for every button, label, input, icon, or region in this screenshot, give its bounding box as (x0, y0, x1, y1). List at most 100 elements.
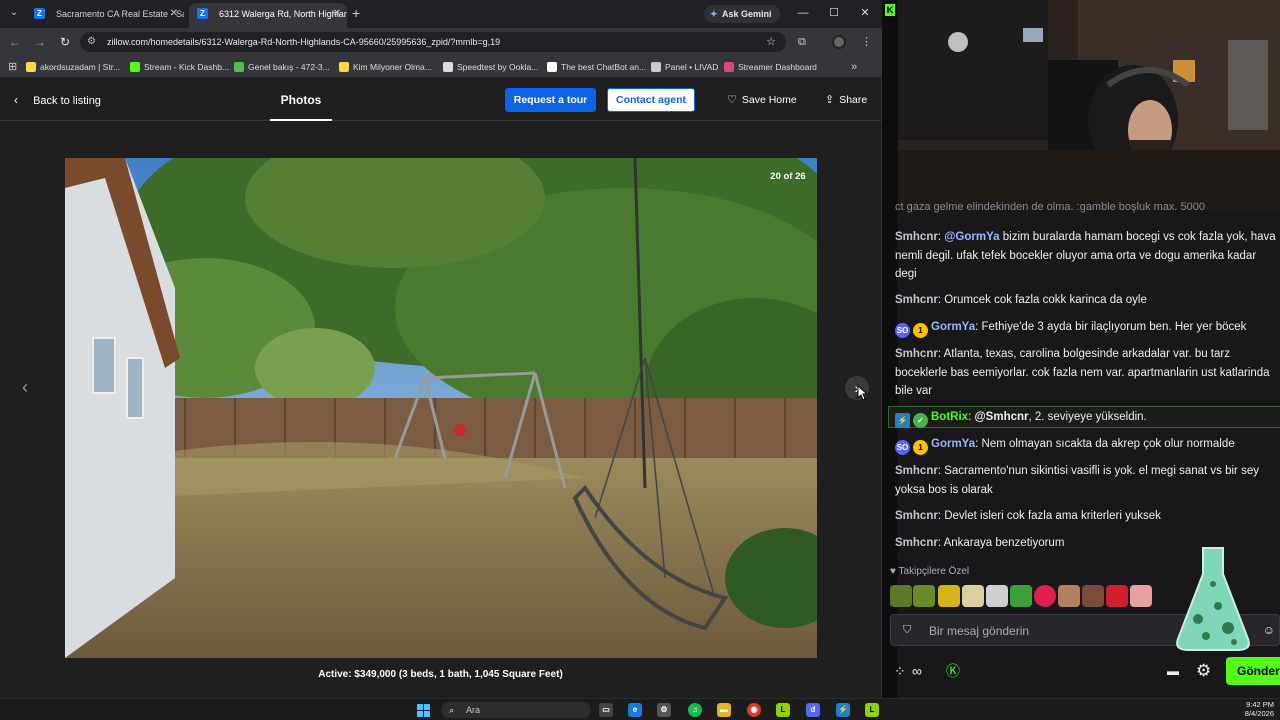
kick-emote-icon[interactable]: Ⓚ (946, 660, 960, 682)
bookmark-kim-milyoner[interactable]: Kim Milyoner Olma... (339, 56, 432, 78)
browser-window: ⌄ Z Sacramento CA Real Estate - Sacramen… (0, 0, 882, 698)
emote-icon[interactable] (890, 585, 912, 607)
chat-message: Smhcnr: Orumcek cok fazla cokk karinca d… (895, 294, 1147, 306)
tab-photos[interactable]: Photos (270, 79, 332, 121)
close-icon[interactable]: ✕ (170, 3, 178, 25)
ask-gemini-button[interactable]: ✦ Ask Gemini (704, 5, 780, 23)
apps-grid-icon[interactable]: ⊞ (8, 58, 17, 76)
live-app-icon[interactable]: L (776, 703, 790, 717)
tab-walerga-listing[interactable]: Z 6312 Walerga Rd, North Highlands, CA 9… (189, 3, 347, 28)
url-text[interactable]: zillow.com/homedetails/6312-Walerga-Rd-N… (107, 32, 500, 52)
taskbar-clock[interactable]: 9:42 PM 8/4/2026 (1228, 700, 1280, 718)
contact-agent-button[interactable]: Contact agent (607, 88, 695, 112)
back-arrow-icon[interactable]: ← (7, 33, 23, 51)
chat-username[interactable]: GormYa (931, 438, 975, 450)
reload-icon[interactable]: ↻ (57, 33, 73, 51)
discord-icon[interactable]: d (806, 703, 820, 717)
chat-text: Devlet isleri cok fazla ama kriterleri y… (941, 510, 1161, 522)
chat-username[interactable]: Smhcnr (895, 294, 938, 306)
new-tab-button[interactable]: + (352, 4, 360, 22)
webcam-illustration (898, 0, 1280, 210)
bookmark-genel-bakis[interactable]: Genel bakış - 472-3... (234, 56, 330, 78)
tab-search-icon[interactable]: ⌄ (6, 4, 22, 22)
taskbar-search-placeholder: Ara (466, 705, 481, 715)
chat-message: Smhcnr: @GormYa bizim buralarda hamam bo… (895, 231, 1276, 280)
back-to-listing-link[interactable]: ‹ Back to listing (14, 79, 101, 122)
bookmark-speedtest[interactable]: Speedtest by Ookla... (443, 56, 538, 78)
emote-icon[interactable] (913, 585, 935, 607)
taskbar-search[interactable]: ⌕ Ara (441, 702, 591, 718)
chat-username[interactable]: Smhcnr (895, 231, 938, 243)
emote-icon[interactable] (1010, 585, 1032, 607)
emote-icon[interactable] (986, 585, 1008, 607)
windows-start-icon[interactable] (417, 704, 431, 718)
minimize-button[interactable]: — (795, 4, 811, 22)
share-button[interactable]: ⇪ Share (825, 79, 867, 121)
points-icon[interactable]: ⁘ (894, 660, 906, 682)
file-explorer-icon[interactable]: ▬ (717, 703, 731, 717)
site-info-icon[interactable]: ⚙ (87, 33, 96, 51)
maximize-button[interactable]: ☐ (826, 4, 842, 22)
gift-badge-icon: 1 (913, 323, 928, 338)
chat-mention[interactable]: @Smhcnr (974, 411, 1028, 423)
chat-message: Smhcnr: Atlanta, texas, carolina bolgesi… (895, 348, 1270, 397)
emote-icon[interactable] (1082, 585, 1104, 607)
emote-icon[interactable] (1058, 585, 1080, 607)
emote-icon[interactable] (962, 585, 984, 607)
chat-username[interactable]: BotRix (931, 411, 968, 423)
infinity-icon[interactable]: ∞ (912, 660, 922, 682)
chat-username[interactable]: Smhcnr (895, 510, 938, 522)
tab-title: 6312 Walerga Rd, North Highlands, CA 956… (219, 9, 347, 19)
gemini-sparkle-icon: ✦ (710, 9, 718, 19)
tab-sacramento-listings[interactable]: Z Sacramento CA Real Estate - Sacramento… (26, 3, 184, 28)
bot-app-icon[interactable]: ⚡ (836, 703, 850, 717)
bookmark-streamer-dashboard[interactable]: Streamer Dashboard (724, 56, 817, 78)
clock-time: 9:42 PM (1246, 700, 1274, 709)
send-button[interactable]: Gönder (1226, 657, 1280, 685)
bookmark-chatbot[interactable]: The best ChatBot an... (547, 56, 646, 78)
menu-kebab-icon[interactable]: ⋮ (861, 33, 872, 51)
listing-photo-backyard[interactable] (65, 158, 817, 658)
close-icon[interactable]: ✕ (333, 3, 341, 25)
bookmark-favicon-icon (443, 62, 453, 72)
close-window-button[interactable]: ✕ (857, 4, 873, 22)
viewer-header: ‹ Back to listing Photos Request a tour … (0, 79, 881, 121)
emote-icon[interactable] (938, 585, 960, 607)
emote-icon[interactable] (1106, 585, 1128, 607)
bookmark-kick-dashboard[interactable]: Stream - Kick Dashb... (130, 56, 229, 78)
task-view-icon[interactable]: ▭ (599, 703, 613, 717)
emote-icon[interactable] (1034, 585, 1056, 607)
edge-icon[interactable]: e (628, 703, 642, 717)
profile-avatar[interactable] (832, 35, 846, 49)
spotify-icon[interactable]: ♫ (688, 703, 702, 717)
bookmark-livad[interactable]: Panel • LIVAD (651, 56, 718, 78)
bookmark-star-icon[interactable]: ☆ (766, 32, 776, 52)
emote-icon[interactable] (1130, 585, 1152, 607)
chat-mention[interactable]: @GormYa (944, 231, 999, 243)
settings-icon[interactable]: ⚙ (657, 703, 671, 717)
followers-only-indicator[interactable]: ♥ Takipçilere Özel (890, 566, 969, 577)
more-bookmarks-icon[interactable]: » (851, 56, 857, 78)
clock-date: 8/4/2026 (1244, 709, 1274, 718)
gear-icon[interactable]: ⚙ (1196, 660, 1211, 682)
omnibox[interactable]: ⚙ zillow.com/homedetails/6312-Walerga-Rd… (80, 32, 786, 52)
previous-photo-button[interactable]: ‹ (16, 376, 34, 398)
chat-username[interactable]: Smhcnr (895, 537, 938, 549)
bot-badge-icon: ⚡ (895, 413, 910, 428)
tab-title: Sacramento CA Real Estate - Sacramento C… (56, 9, 184, 19)
chat-username[interactable]: Smhcnr (895, 348, 938, 360)
request-tour-button[interactable]: Request a tour (505, 88, 596, 112)
live-app-icon[interactable]: L (865, 703, 879, 717)
chat-username[interactable]: GormYa (931, 321, 975, 333)
extensions-icon[interactable]: ⧉ (798, 33, 806, 51)
kick-logo-icon[interactable]: K (885, 4, 895, 16)
bookmark-akordsuzadam[interactable]: akordsuzadam | Str... (26, 56, 120, 78)
save-home-button[interactable]: ♡ Save Home (727, 79, 797, 121)
emoji-icon[interactable]: ☺ (1263, 623, 1275, 637)
chat-bubble-icon[interactable]: ▬ (1167, 660, 1179, 682)
chat-text: Fethiye'de 3 ayda bir ilaçlıyorum ben. H… (978, 321, 1247, 333)
forward-arrow-icon[interactable]: → (32, 33, 48, 51)
chat-username[interactable]: Smhcnr (895, 465, 938, 477)
chrome-icon[interactable]: ◉ (747, 703, 761, 717)
zillow-photo-viewer: ‹ Back to listing Photos Request a tour … (0, 79, 881, 698)
